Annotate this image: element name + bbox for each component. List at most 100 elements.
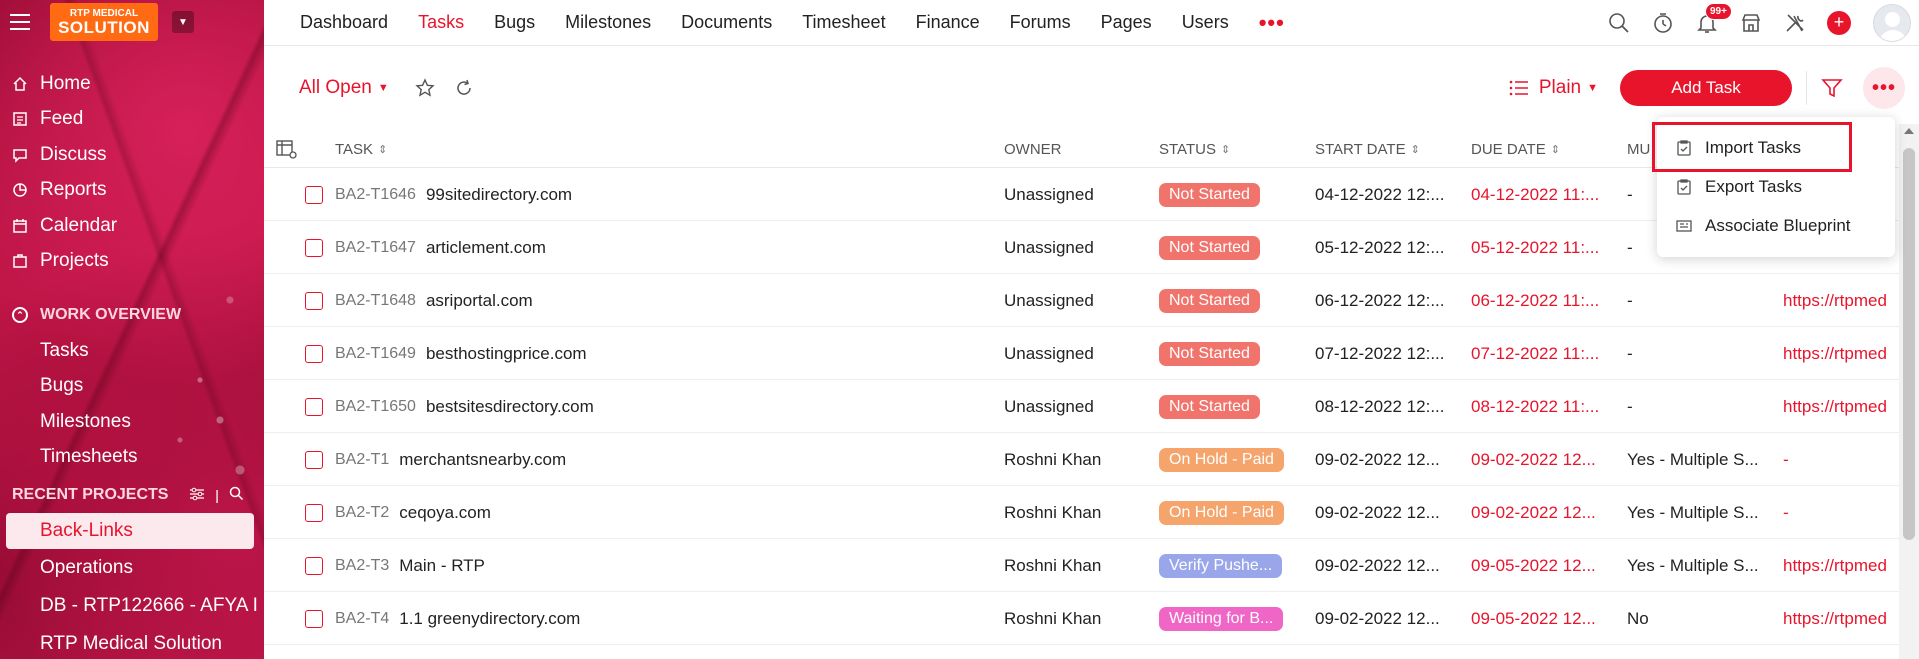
sidebar-item-projects[interactable]: Projects xyxy=(0,244,264,280)
more-actions-button[interactable]: ••• xyxy=(1863,67,1905,109)
tab-timesheet[interactable]: Timesheet xyxy=(802,12,885,33)
multiple-cell[interactable]: No xyxy=(1627,592,1767,645)
menu-item-import-tasks[interactable]: Import Tasks xyxy=(1657,128,1895,167)
link-cell[interactable]: https://rtpmed xyxy=(1783,327,1899,380)
multiple-cell[interactable]: - xyxy=(1627,274,1767,327)
portal-switch-chevron-icon[interactable]: ▼ xyxy=(172,11,194,33)
table-row[interactable]: BA2-T1649 besthostingprice.com Unassigned N… xyxy=(264,327,1899,380)
sidebar-item-home[interactable]: Home xyxy=(0,66,264,102)
status-badge[interactable]: Not Started xyxy=(1159,182,1260,207)
status-badge[interactable]: Verify Pushe... xyxy=(1159,553,1283,578)
row-checkbox[interactable] xyxy=(305,503,323,522)
status-badge[interactable]: Not Started xyxy=(1159,341,1260,366)
sidebar-item-calendar[interactable]: Calendar xyxy=(0,208,264,244)
status-badge[interactable]: On Hold - Paid xyxy=(1159,500,1284,525)
multiple-cell[interactable]: - xyxy=(1627,327,1767,380)
tab-tasks[interactable]: Tasks xyxy=(418,12,464,33)
start-date-cell[interactable]: 09-02-2022 12... xyxy=(1315,539,1455,592)
sidebar-item-timesheets[interactable]: Timesheets xyxy=(0,440,264,476)
search-icon[interactable] xyxy=(1607,11,1631,35)
tab-bugs[interactable]: Bugs xyxy=(494,12,535,33)
column-header-status[interactable]: STATUS ⇕ xyxy=(1159,130,1230,168)
column-header-multiple[interactable]: MU xyxy=(1627,130,1650,168)
column-header-due-date[interactable]: DUE DATE ⇕ xyxy=(1471,130,1560,168)
due-date-cell[interactable]: 05-12-2022 11:... xyxy=(1471,221,1611,274)
sidebar-item-feed[interactable]: Feed xyxy=(0,102,264,138)
row-checkbox[interactable] xyxy=(305,344,323,363)
start-date-cell[interactable]: 06-12-2022 12:... xyxy=(1315,274,1455,327)
due-date-cell[interactable]: 06-12-2022 11:... xyxy=(1471,274,1611,327)
favorite-star-icon[interactable] xyxy=(415,78,435,98)
task-name[interactable]: merchantsnearby.com xyxy=(399,450,566,470)
table-row[interactable]: BA2-T1648 asriportal.com Unassigned Not Sta… xyxy=(264,274,1899,327)
start-date-cell[interactable]: 04-12-2022 12:... xyxy=(1315,168,1455,221)
search-projects-icon[interactable] xyxy=(229,486,244,504)
scroll-thumb[interactable] xyxy=(1903,148,1915,540)
start-date-cell[interactable]: 09-02-2022 12... xyxy=(1315,433,1455,486)
table-row[interactable]: BA2-T1646 99sitedirectory.com Unassigned No… xyxy=(264,168,1899,221)
status-badge[interactable]: Waiting for B... xyxy=(1159,606,1284,631)
owner-cell[interactable]: Unassigned xyxy=(1004,380,1094,433)
sidebar-item-reports[interactable]: Reports xyxy=(0,173,264,209)
row-checkbox[interactable] xyxy=(305,556,323,575)
tab-documents[interactable]: Documents xyxy=(681,12,772,33)
table-row[interactable]: BA2-T1647 articlement.com Unassigned Not St… xyxy=(264,221,1899,274)
sidebar-item-milestones[interactable]: Milestones xyxy=(0,404,264,440)
link-cell[interactable]: https://rtpmed xyxy=(1783,380,1899,433)
link-cell[interactable]: https://rtpmed xyxy=(1783,592,1899,645)
due-date-cell[interactable]: 07-12-2022 11:... xyxy=(1471,327,1611,380)
link-cell[interactable]: - xyxy=(1783,433,1899,486)
link-cell[interactable]: https://rtpmed xyxy=(1783,539,1899,592)
tab-dashboard[interactable]: Dashboard xyxy=(300,12,388,33)
multiple-cell[interactable]: - xyxy=(1627,380,1767,433)
row-checkbox[interactable] xyxy=(305,238,323,257)
view-filter-dropdown[interactable]: All Open ▼ xyxy=(299,77,389,99)
tools-icon[interactable] xyxy=(1783,11,1807,35)
tab-pages[interactable]: Pages xyxy=(1101,12,1152,33)
sidebar-item-discuss[interactable]: Discuss xyxy=(0,137,264,173)
multiple-cell[interactable]: Yes - Multiple S... xyxy=(1627,433,1767,486)
start-date-cell[interactable]: 09-02-2022 12... xyxy=(1315,486,1455,539)
status-badge[interactable]: On Hold - Paid xyxy=(1159,447,1284,472)
multiple-cell[interactable]: Yes - Multiple S... xyxy=(1627,539,1767,592)
start-date-cell[interactable]: 07-12-2022 12:... xyxy=(1315,327,1455,380)
due-date-cell[interactable]: 09-05-2022 12... xyxy=(1471,539,1611,592)
column-settings-icon[interactable] xyxy=(276,130,298,168)
table-row[interactable]: BA2-T1650 bestsitesdirectory.com Unassigne… xyxy=(264,380,1899,433)
owner-cell[interactable]: Unassigned xyxy=(1004,327,1094,380)
scroll-up-arrow-icon[interactable] xyxy=(1904,128,1914,134)
task-name[interactable]: articlement.com xyxy=(426,238,546,258)
recent-project-operations[interactable]: Operations xyxy=(0,549,264,587)
due-date-cell[interactable]: 08-12-2022 11:... xyxy=(1471,380,1611,433)
row-checkbox[interactable] xyxy=(305,609,323,628)
tab-milestones[interactable]: Milestones xyxy=(565,12,651,33)
recent-project-rtp-medical[interactable]: RTP Medical Solution xyxy=(0,625,264,659)
multiple-cell[interactable]: Yes - Multiple S... xyxy=(1627,486,1767,539)
add-task-button[interactable]: Add Task xyxy=(1620,70,1792,106)
status-badge[interactable]: Not Started xyxy=(1159,394,1260,419)
refresh-icon[interactable] xyxy=(455,79,473,97)
marketplace-icon[interactable] xyxy=(1739,11,1763,35)
owner-cell[interactable]: Roshni Khan xyxy=(1004,592,1101,645)
user-avatar[interactable] xyxy=(1873,4,1911,42)
task-name[interactable]: bestsitesdirectory.com xyxy=(426,397,594,417)
task-name[interactable]: besthostingprice.com xyxy=(426,344,587,364)
due-date-cell[interactable]: 04-12-2022 11:... xyxy=(1471,168,1611,221)
column-header-task[interactable]: TASK ⇕ xyxy=(335,130,387,168)
status-badge[interactable]: Not Started xyxy=(1159,235,1260,260)
filter-settings-icon[interactable] xyxy=(189,487,205,504)
due-date-cell[interactable]: 09-05-2022 12... xyxy=(1471,592,1611,645)
recent-project-db-rtp[interactable]: DB - RTP122666 - AFYA I xyxy=(0,587,264,625)
row-checkbox[interactable] xyxy=(305,291,323,310)
owner-cell[interactable]: Unassigned xyxy=(1004,168,1094,221)
table-row[interactable]: BA2-T2 ceqoya.com Roshni Khan On Hold - Pai… xyxy=(264,486,1899,539)
notification-bell-icon[interactable]: 99+ xyxy=(1695,3,1732,35)
work-overview-toggle[interactable]: ⌃ WORK OVERVIEW xyxy=(0,297,264,333)
link-cell[interactable]: https://rtpmed xyxy=(1783,274,1899,327)
tab-users[interactable]: Users xyxy=(1182,12,1229,33)
quick-create-plus-icon[interactable]: + xyxy=(1827,11,1851,35)
more-tabs-button[interactable]: ••• xyxy=(1259,10,1285,36)
row-checkbox[interactable] xyxy=(305,450,323,469)
column-header-start-date[interactable]: START DATE ⇕ xyxy=(1315,130,1420,168)
tab-finance[interactable]: Finance xyxy=(916,12,980,33)
